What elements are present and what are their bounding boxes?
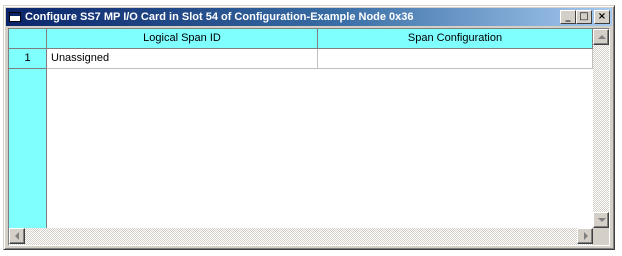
column-header-span-configuration[interactable]: Span Configuration (318, 29, 593, 49)
cell-span-configuration[interactable] (318, 49, 593, 69)
window-controls: _ □ × (560, 10, 610, 24)
span-grid[interactable]: Logical Span ID Span Configuration 1 Una… (9, 29, 593, 228)
scroll-down-icon (598, 218, 606, 222)
maximize-button[interactable]: □ (576, 10, 592, 24)
vertical-scrollbar[interactable] (593, 29, 609, 228)
scroll-left-icon (15, 232, 19, 240)
row-header-1[interactable]: 1 (9, 49, 47, 69)
row-header-strip (9, 49, 47, 228)
scrollbar-size-corner (593, 228, 609, 245)
scroll-up-icon (598, 35, 606, 39)
close-button[interactable]: × (594, 10, 610, 24)
configure-card-window: Configure SS7 MP I/O Card in Slot 54 of … (3, 5, 615, 250)
column-header-logical-span-id[interactable]: Logical Span ID (47, 29, 318, 49)
title-bar[interactable]: Configure SS7 MP I/O Card in Slot 54 of … (6, 8, 612, 26)
scroll-right-button[interactable] (577, 228, 593, 244)
window-title: Configure SS7 MP I/O Card in Slot 54 of … (25, 11, 414, 23)
close-icon: × (597, 11, 607, 22)
maximize-icon: □ (579, 11, 589, 22)
minimize-icon: _ (565, 11, 571, 22)
span-grid-container: Logical Span ID Span Configuration 1 Una… (8, 28, 610, 246)
scroll-left-button[interactable] (9, 228, 25, 244)
cell-logical-span-id[interactable]: Unassigned (47, 49, 318, 69)
horizontal-scrollbar[interactable] (9, 228, 593, 245)
grid-corner-header[interactable] (9, 29, 47, 49)
scroll-right-icon (584, 232, 588, 240)
scroll-up-button[interactable] (593, 29, 609, 45)
minimize-button[interactable]: _ (560, 10, 576, 24)
app-window-icon (9, 12, 21, 22)
scroll-down-button[interactable] (593, 212, 609, 228)
